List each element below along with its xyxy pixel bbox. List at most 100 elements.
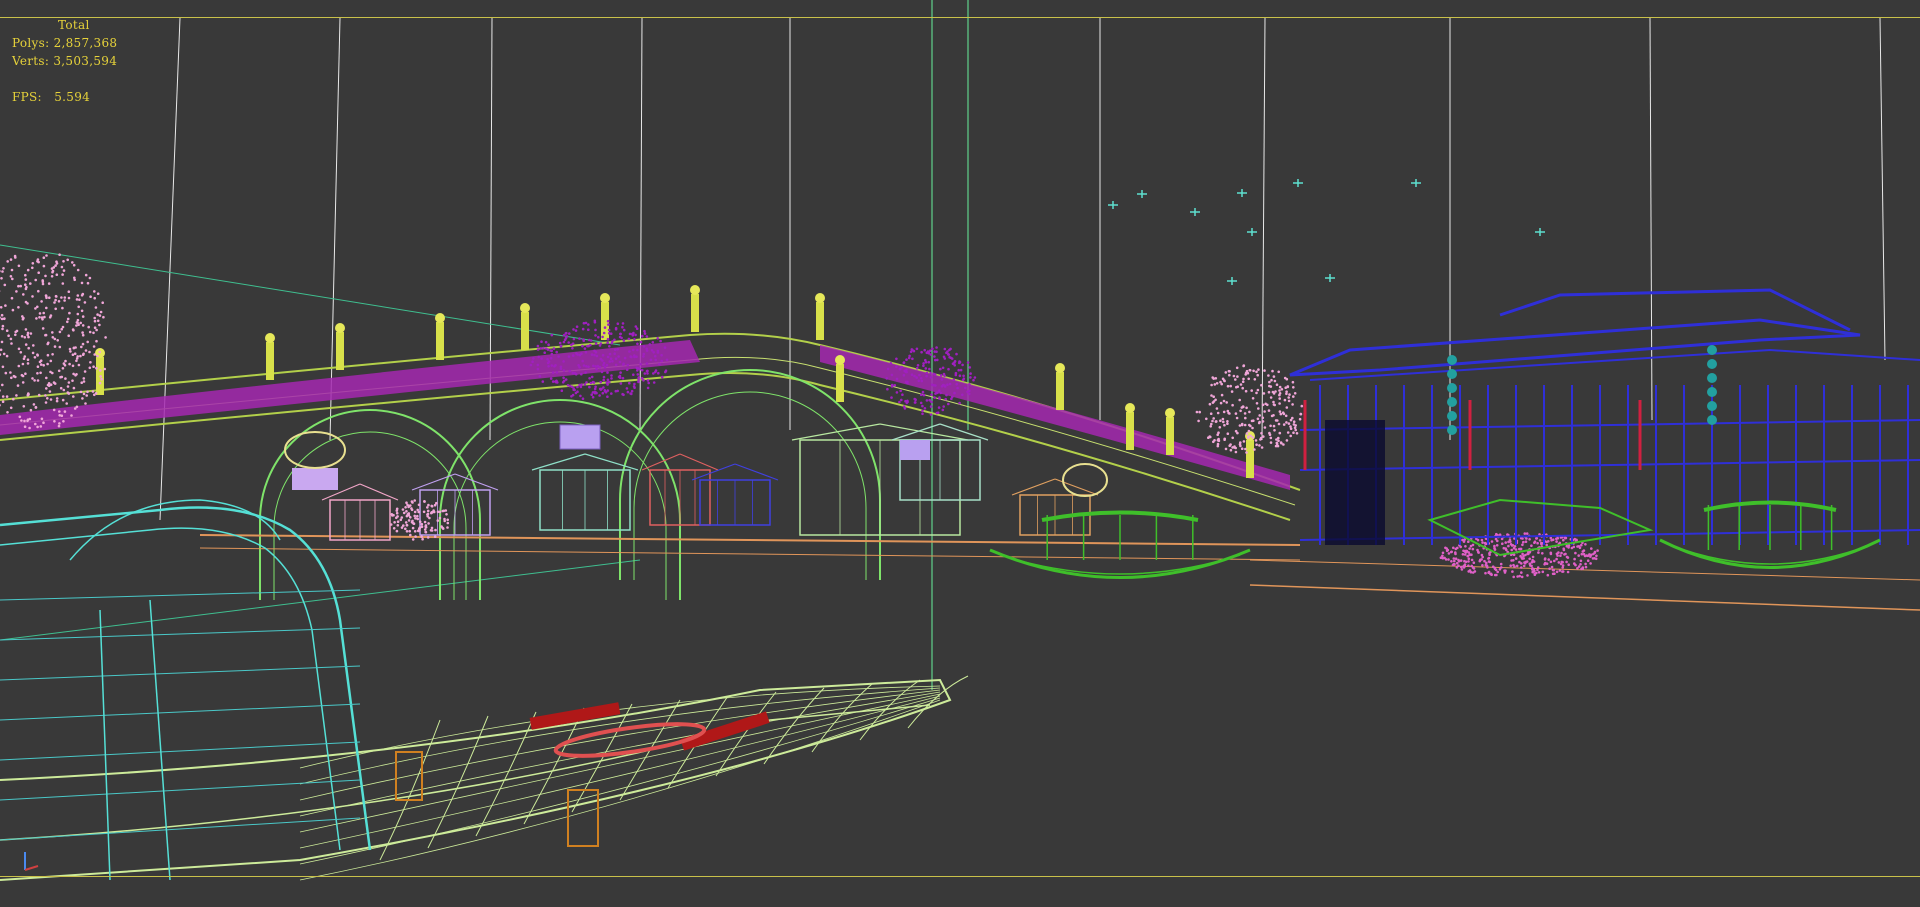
stats-total-label: Total [58, 18, 90, 32]
pier-edge-right [1249, 584, 1920, 611]
roof-line [411, 473, 456, 491]
railing-post [1166, 417, 1174, 455]
railing-post-cap [520, 303, 530, 313]
pavilion-beam [1299, 459, 1920, 471]
perspective-viewport[interactable]: Total Polys: 2,857,368 Verts: 3,503,594 … [0, 0, 1920, 907]
boat-rib [763, 687, 825, 765]
roof-line [891, 423, 941, 441]
boat-props [395, 702, 770, 847]
railing-post [521, 312, 529, 350]
railing-post-cap [1165, 408, 1175, 418]
stats-fps-row: FPS: 5.594 [12, 88, 117, 106]
sign-block [900, 440, 930, 460]
lantern [1707, 345, 1717, 355]
wireframe-scene[interactable] [0, 0, 1920, 907]
lantern [1447, 355, 1457, 365]
sky-lights [1108, 179, 1545, 285]
roof-line [531, 453, 586, 471]
pavilion-eave [1309, 348, 1920, 381]
canopy-slat [0, 665, 361, 681]
sign-block [292, 468, 338, 490]
railing-post [1246, 440, 1254, 478]
pavilion-beam [1299, 419, 1920, 431]
axis-gizmo-icon [24, 852, 39, 871]
railing-post [266, 342, 274, 380]
camera-target-line [0, 559, 641, 641]
lantern [1447, 411, 1457, 421]
lantern [1707, 401, 1717, 411]
stats-polys-row: Polys: 2,857,368 [12, 34, 117, 52]
guide-line [329, 17, 341, 441]
guide-line [159, 17, 181, 521]
lantern [1707, 359, 1717, 369]
lantern [1447, 369, 1457, 379]
railing-post-cap [1125, 403, 1135, 413]
canopy-slat [0, 589, 361, 601]
foreground-boat [0, 675, 969, 881]
railing-post-cap [600, 293, 610, 303]
roof-line [791, 423, 881, 441]
red-ring [553, 722, 707, 758]
lantern [1447, 397, 1457, 407]
roof-line [679, 453, 719, 471]
pavilion-roof [1289, 318, 1861, 377]
green-boats [989, 500, 1881, 579]
roof-line [1011, 478, 1056, 496]
blossom-bush [1439, 532, 1599, 579]
red-bench [680, 711, 770, 751]
railing-post [436, 322, 444, 360]
lantern [1707, 415, 1717, 425]
railing-post-cap [835, 355, 845, 365]
boat-gunwale [0, 678, 952, 881]
roof-line [584, 453, 639, 471]
stats-verts-row: Verts: 3,503,594 [12, 52, 117, 70]
roof-line [734, 463, 779, 481]
roof-line [691, 463, 736, 481]
railing-post [836, 364, 844, 402]
bridge-railing-right [820, 345, 1290, 490]
railing-post-cap [265, 333, 275, 343]
lantern [1447, 425, 1457, 435]
pavilion-upper-roof [1499, 288, 1851, 332]
foreground-canopy [0, 499, 372, 881]
pier-edge [199, 547, 1301, 561]
railing-post-cap [435, 313, 445, 323]
railing-post-cap [335, 323, 345, 333]
lantern [1707, 373, 1717, 383]
pavilion-beam [1299, 529, 1920, 541]
canopy-slat [0, 817, 361, 841]
fps-label: FPS: [12, 90, 42, 104]
canopy-slat [0, 627, 361, 641]
guide-line [1879, 17, 1886, 361]
verts-label: Verts: [12, 54, 50, 68]
canopy-frame [0, 506, 372, 851]
lantern [1447, 383, 1457, 393]
railing-post-cap [815, 293, 825, 303]
canopy-post [149, 599, 171, 881]
railing-post [816, 302, 824, 340]
guide-line [1649, 17, 1653, 421]
palm-tree [1062, 463, 1108, 497]
canopy-frame-inner [0, 527, 341, 851]
sign-block [559, 424, 601, 450]
viewport-statistics: Total Polys: 2,857,368 Verts: 3,503,594 … [12, 16, 117, 106]
lantern [1707, 387, 1717, 397]
canopy-slat [0, 779, 361, 801]
guide-line [1261, 17, 1266, 441]
railing-post-cap [1055, 363, 1065, 373]
railing-post [1056, 372, 1064, 410]
roof-line [879, 423, 969, 441]
fps-value: 5.594 [54, 90, 91, 104]
railing-post [336, 332, 344, 370]
palm-tree [284, 431, 346, 469]
verts-value: 3,503,594 [53, 54, 118, 68]
blossom-tree-left [0, 253, 107, 430]
bridge-arches [259, 369, 881, 600]
axis-x [24, 865, 39, 871]
arch-inner [633, 391, 867, 580]
roof-line [359, 483, 399, 501]
roof-line [454, 473, 499, 491]
railing-post [691, 294, 699, 332]
polys-label: Polys: [12, 36, 50, 50]
polys-value: 2,857,368 [53, 36, 118, 50]
